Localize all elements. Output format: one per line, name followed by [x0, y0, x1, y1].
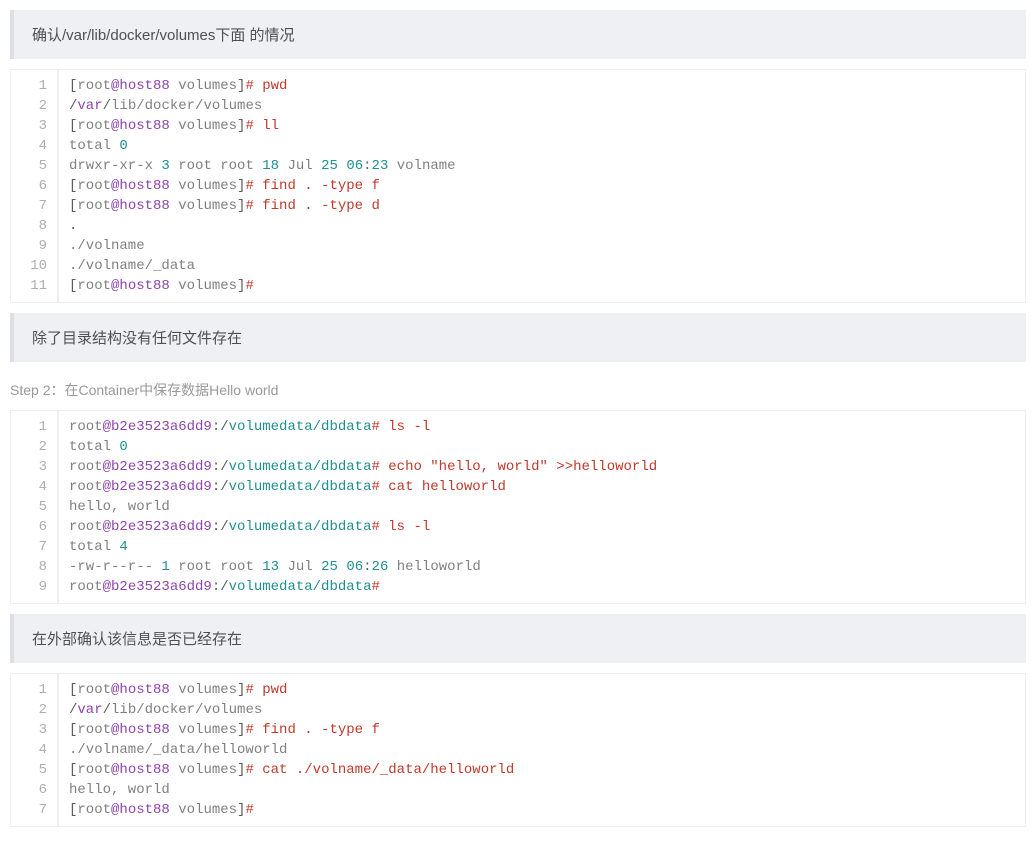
line-number: 2 [11, 700, 51, 720]
code-line: hello, world [69, 780, 1015, 800]
line-gutter: 1234567891011 [11, 70, 59, 302]
code-line: /var/lib/docker/volumes [69, 700, 1015, 720]
code-line: root@b2e3523a6dd9:/volumedata/dbdata# ls… [69, 417, 1015, 437]
code-line: ./volname/_data/helloworld [69, 740, 1015, 760]
code-line: [root@host88 volumes]# [69, 276, 1015, 296]
code-line: [root@host88 volumes]# pwd [69, 680, 1015, 700]
line-number: 3 [11, 457, 51, 477]
code-line: [root@host88 volumes]# pwd [69, 76, 1015, 96]
code-line: total 0 [69, 136, 1015, 156]
code-block-3: 1234567[root@host88 volumes]# pwd/var/li… [10, 673, 1026, 827]
line-number: 5 [11, 760, 51, 780]
line-number: 9 [11, 577, 51, 597]
step-heading-2: Step 2：在Container中保存数据Hello world [10, 380, 1026, 400]
line-number: 1 [11, 76, 51, 96]
code-line: /var/lib/docker/volumes [69, 96, 1015, 116]
code-line: root@b2e3523a6dd9:/volumedata/dbdata# ec… [69, 457, 1015, 477]
code-line: ./volname/_data [69, 256, 1015, 276]
line-number: 3 [11, 116, 51, 136]
line-number: 7 [11, 537, 51, 557]
code-line: root@b2e3523a6dd9:/volumedata/dbdata# ca… [69, 477, 1015, 497]
code-line: [root@host88 volumes]# find . -type f [69, 176, 1015, 196]
code-line: [root@host88 volumes]# cat ./volname/_da… [69, 760, 1015, 780]
line-gutter: 1234567 [11, 674, 59, 826]
code-line: hello, world [69, 497, 1015, 517]
code-line: total 4 [69, 537, 1015, 557]
quote-block-2: 除了目录结构没有任何文件存在 [10, 313, 1026, 362]
line-number: 10 [11, 256, 51, 276]
line-number: 7 [11, 800, 51, 820]
line-number: 4 [11, 136, 51, 156]
quote-block-1: 确认/var/lib/docker/volumes下面 的情况 [10, 10, 1026, 59]
line-number: 3 [11, 720, 51, 740]
line-number: 6 [11, 176, 51, 196]
code-line: [root@host88 volumes]# [69, 800, 1015, 820]
code-line: root@b2e3523a6dd9:/volumedata/dbdata# ls… [69, 517, 1015, 537]
line-number: 2 [11, 96, 51, 116]
code-block-1: 1234567891011[root@host88 volumes]# pwd/… [10, 69, 1026, 303]
code-line: [root@host88 volumes]# ll [69, 116, 1015, 136]
line-number: 5 [11, 497, 51, 517]
line-number: 1 [11, 417, 51, 437]
line-number: 11 [11, 276, 51, 296]
code-block-2: 123456789 root@b2e3523a6dd9:/volumedata/d… [10, 410, 1026, 604]
line-number: 1 [11, 680, 51, 700]
line-number: 2 [11, 437, 51, 457]
line-number: 9 [11, 236, 51, 256]
line-number: 5 [11, 156, 51, 176]
code-lines: root@b2e3523a6dd9:/volumedata/dbdata# ls… [59, 411, 1025, 603]
line-number: 7 [11, 196, 51, 216]
code-line: ./volname [69, 236, 1015, 256]
quote-block-3: 在外部确认该信息是否已经存在 [10, 614, 1026, 663]
line-number: 6 [11, 780, 51, 800]
code-line: root@b2e3523a6dd9:/volumedata/dbdata# [69, 577, 1015, 597]
line-number: 4 [11, 740, 51, 760]
line-gutter: 123456789 [11, 411, 59, 603]
code-lines: [root@host88 volumes]# pwd/var/lib/docke… [59, 674, 1025, 826]
line-number: 8 [11, 216, 51, 236]
line-number: 4 [11, 477, 51, 497]
line-number: 6 [11, 517, 51, 537]
code-line: [root@host88 volumes]# find . -type f [69, 720, 1015, 740]
code-lines: [root@host88 volumes]# pwd/var/lib/docke… [59, 70, 1025, 302]
code-line: total 0 [69, 437, 1015, 457]
code-line: . [69, 216, 1015, 236]
line-number: 8 [11, 557, 51, 577]
code-line: -rw-r--r-- 1 root root 13 Jul 25 06:26 h… [69, 557, 1015, 577]
code-line: [root@host88 volumes]# find . -type d [69, 196, 1015, 216]
code-line: drwxr-xr-x 3 root root 18 Jul 25 06:23 v… [69, 156, 1015, 176]
